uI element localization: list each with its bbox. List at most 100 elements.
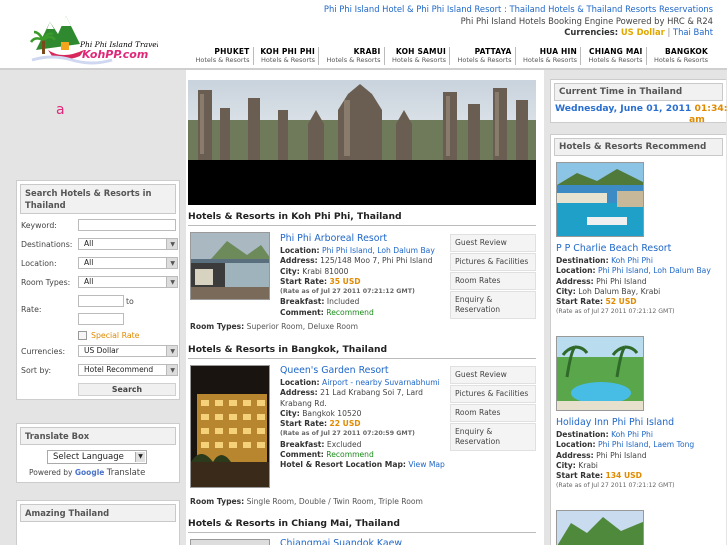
tab-room-rates[interactable]: Room Rates: [450, 404, 536, 422]
chevron-down-icon: ▼: [170, 367, 175, 374]
language-select-label: Select Language: [53, 452, 124, 462]
sort-value: Hotel Recommend: [84, 365, 154, 374]
special-rate-label: Special Rate: [91, 331, 140, 340]
map-label: Hotel & Resort Location Map:: [280, 460, 406, 470]
keyword-input[interactable]: [78, 219, 176, 231]
hotel-name-link[interactable]: Chiangmai Suandok Kaew: [280, 538, 402, 545]
city-value: Krabi: [578, 460, 598, 470]
rate-value: 52 USD: [605, 297, 637, 307]
powered-by-google[interactable]: Powered by Google Translate: [29, 468, 145, 478]
rate-note: (Rate as of Jul 27 2011 07:20:59 GMT): [280, 430, 415, 438]
nav-hua-hin[interactable]: HUA HIN Hotels & Resorts: [516, 47, 581, 65]
nav-koh-phi-phi[interactable]: KOH PHI PHI Hotels & Resorts: [254, 47, 319, 65]
tab-guest-review[interactable]: Guest Review: [450, 366, 536, 384]
nav-phuket[interactable]: PHUKET Hotels & Resorts: [188, 47, 254, 65]
chevron-down-icon: ▼: [170, 260, 175, 267]
currencies-label: Currencies:: [564, 27, 619, 37]
rate-label: Start Rate:: [556, 471, 604, 481]
banner-image: [188, 80, 536, 205]
rate-note: (Rate as of Jul 27 2011 07:21:12 GMT): [556, 308, 675, 316]
ampm-value: am: [689, 114, 705, 125]
recommend-hotel-info: Destination: Koh Phi Phi Location: Phi P…: [556, 256, 716, 318]
tab-enquiry-reservation[interactable]: Enquiry & Reservation: [450, 423, 536, 451]
hotel-thumbnail[interactable]: [190, 232, 270, 300]
recommend-hotel-image[interactable]: [556, 162, 644, 237]
nav-title: KOH PHI PHI: [260, 47, 315, 56]
rate-max-input[interactable]: [78, 313, 124, 325]
currencies-select[interactable]: US Dollar ▼: [78, 345, 178, 357]
top-links[interactable]: Phi Phi Island Hotel & Phi Phi Island Re…: [324, 4, 713, 14]
nav-title: CHIANG MAI: [589, 47, 643, 56]
location-link[interactable]: Phi Phi Island, Loh Dalum Bay: [598, 266, 711, 275]
nav-pattaya[interactable]: PATTAYA Hotels & Resorts: [450, 47, 516, 65]
hotel-name-link[interactable]: Queen's Garden Resort: [280, 365, 389, 376]
currencies-value: US Dollar: [84, 346, 119, 355]
ad-letter[interactable]: a: [56, 102, 65, 118]
logo-line2: KohPP.com: [82, 48, 148, 61]
hotel-thumbnail[interactable]: [190, 365, 270, 488]
room-types-value: All: [84, 277, 94, 286]
nav-chiang-mai[interactable]: CHIANG MAI Hotels & Resorts: [581, 47, 647, 65]
room-types-value: Single Room, Double / Twin Room, Triple …: [246, 497, 423, 506]
nav-koh-samui[interactable]: KOH SAMUI Hotels & Resorts: [385, 47, 450, 65]
location-value: All: [84, 258, 94, 267]
destination-label: Destination:: [556, 430, 609, 439]
language-select[interactable]: Select Language ▼: [47, 450, 147, 464]
rate-min-input[interactable]: [78, 295, 124, 307]
hotel-name-link[interactable]: Phi Phi Arboreal Resort: [280, 233, 387, 244]
tab-pictures-facilities[interactable]: Pictures & Facilities: [450, 253, 536, 271]
destination-link[interactable]: Koh Phi Phi: [611, 430, 653, 439]
nav-bangkok[interactable]: BANGKOK Hotels & Resorts: [647, 47, 712, 65]
rate-note: (Rate as of Jul 27 2011 07:21:12 GMT): [556, 482, 675, 490]
nav-sub: Hotels & Resorts: [523, 56, 577, 64]
hotel-thumbnail[interactable]: [190, 539, 270, 545]
main-nav: PHUKET Hotels & Resorts KOH PHI PHI Hotels…: [188, 47, 711, 65]
rate-label: Rate:: [21, 305, 42, 314]
destination-link[interactable]: Koh Phi Phi: [611, 256, 653, 265]
recommend-hotel-info: Destination: Koh Phi Phi Location: Phi P…: [556, 430, 716, 492]
recommend-hotel-image[interactable]: [556, 510, 644, 545]
currency-usd-link[interactable]: US Dollar: [621, 27, 665, 37]
recommend-hotel-image[interactable]: [556, 336, 644, 411]
tab-room-rates[interactable]: Room Rates: [450, 272, 536, 290]
location-link[interactable]: Airport - nearby Suvarnabhumi: [322, 378, 440, 387]
rate-label: Start Rate:: [280, 419, 328, 429]
room-types-label: Room Types:: [190, 497, 245, 506]
tab-pictures-facilities[interactable]: Pictures & Facilities: [450, 385, 536, 403]
location-link[interactable]: Phi Phi Island, Laem Tong: [598, 440, 694, 449]
sort-label: Sort by:: [21, 366, 52, 375]
nav-sub: Hotels & Resorts: [588, 56, 643, 64]
location-select[interactable]: All ▼: [78, 257, 178, 269]
nav-title: HUA HIN: [539, 47, 577, 56]
tab-guest-review[interactable]: Guest Review: [450, 234, 536, 252]
view-map-link[interactable]: View Map: [408, 460, 444, 469]
nav-title: KOH SAMUI: [395, 47, 446, 56]
room-types-label: Room Types:: [21, 278, 71, 287]
destinations-select[interactable]: All ▼: [78, 238, 178, 250]
recommend-hotel-name[interactable]: Holiday Inn Phi Phi Island: [556, 417, 674, 428]
sort-select[interactable]: Hotel Recommend ▼: [78, 364, 178, 376]
section-title-chiang-mai: Hotels & Resorts in Chiang Mai, Thailand: [188, 518, 536, 533]
tagline: Phi Phi Island Hotels Booking Engine Pow…: [460, 16, 713, 26]
search-button[interactable]: Search: [78, 383, 176, 396]
site-logo[interactable]: Phi Phi Island Travel KohPP.com: [28, 10, 160, 65]
tab-enquiry-reservation[interactable]: Enquiry & Reservation: [450, 291, 536, 319]
location-link[interactable]: Phi Phi Island, Loh Dalum Bay: [322, 246, 435, 255]
breakfast-value: Included: [326, 297, 360, 307]
room-types-select[interactable]: All ▼: [78, 276, 178, 288]
nav-title: KRABI: [353, 47, 381, 56]
address-label: Address:: [556, 276, 594, 286]
currency-switcher: Currencies: US Dollar | Thai Baht: [564, 27, 713, 37]
room-types-label: Room Types:: [190, 322, 245, 331]
nav-krabi[interactable]: KRABI Hotels & Resorts: [319, 47, 385, 65]
powered-by-label: Powered by: [29, 468, 73, 477]
chevron-down-icon: ▼: [135, 452, 145, 462]
special-rate-checkbox[interactable]: [78, 331, 87, 340]
currency-thb-link[interactable]: Thai Baht: [673, 27, 713, 37]
breakfast-value: Excluded: [326, 439, 362, 449]
recommend-hotel-name[interactable]: P P Charlie Beach Resort: [556, 243, 671, 254]
nav-sub: Hotels & Resorts: [261, 56, 315, 64]
city-value: Loh Dalum Bay, Krabi: [578, 286, 661, 296]
translate-panel-title: Translate Box: [20, 427, 176, 445]
location-label: Location:: [280, 378, 320, 387]
